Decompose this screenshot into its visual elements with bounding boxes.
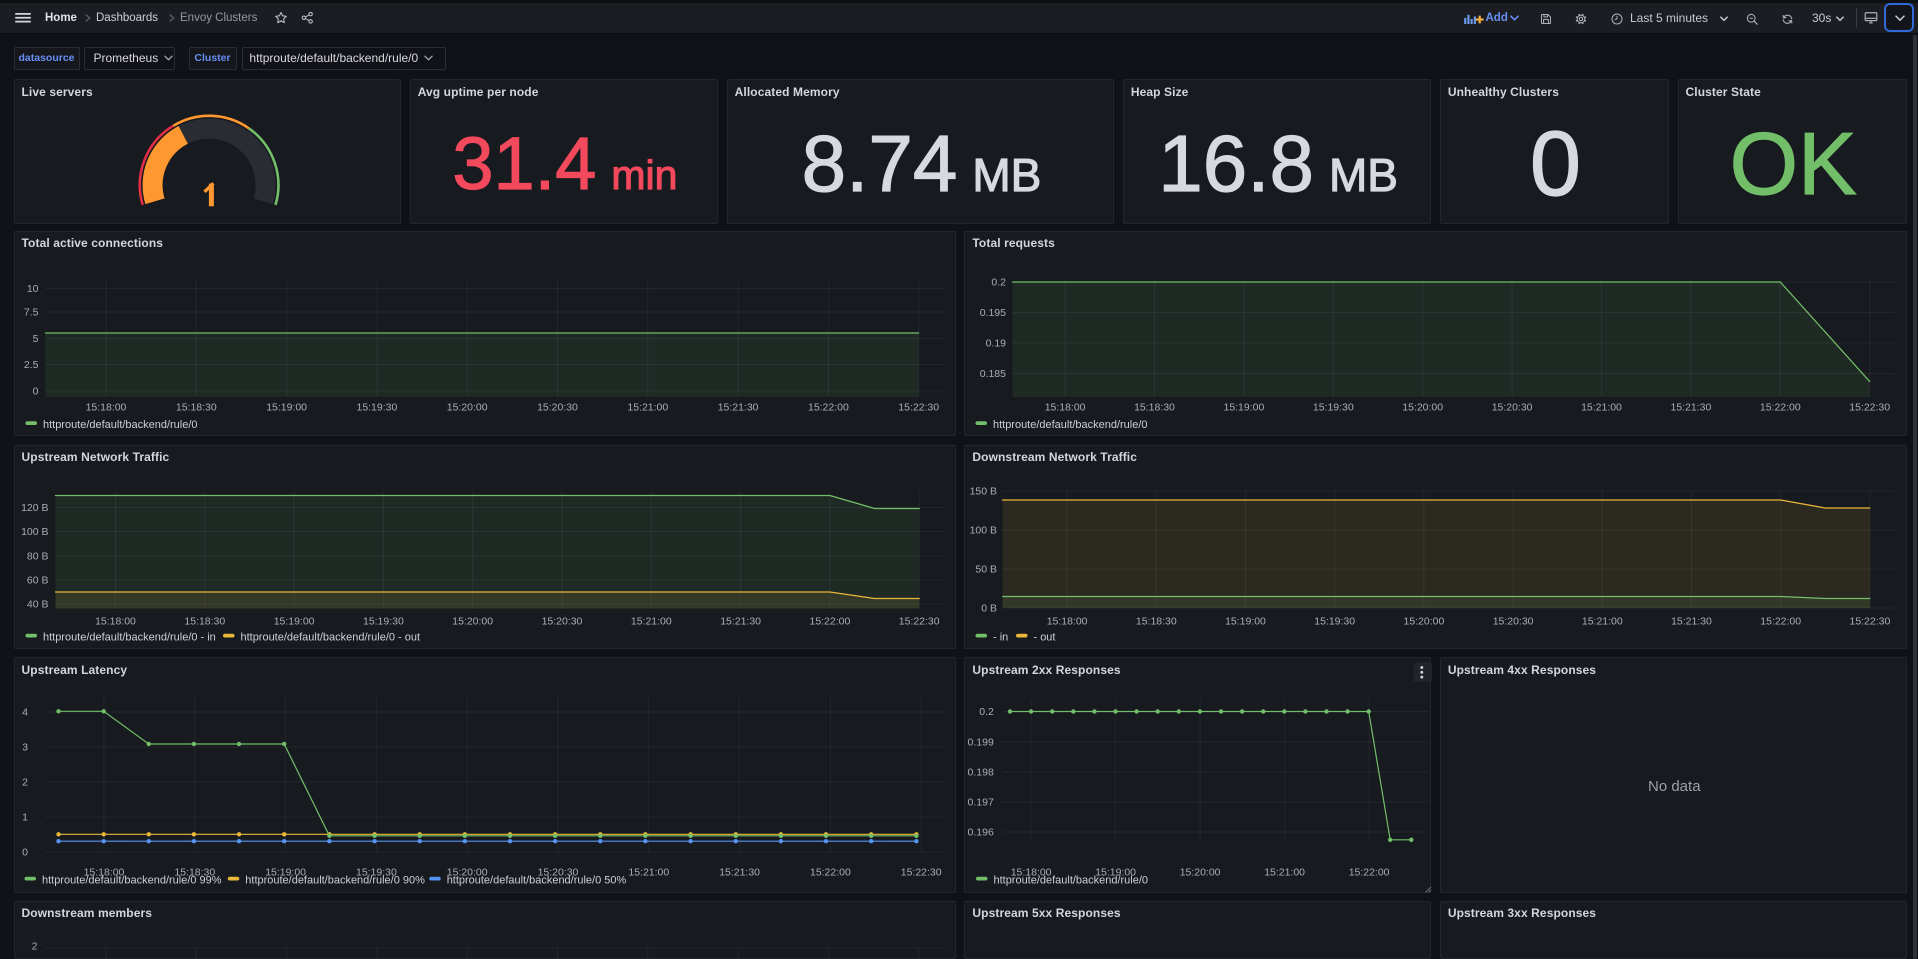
svg-text:15:22:00: 15:22:00 — [809, 867, 850, 878]
svg-text:15:20:30: 15:20:30 — [541, 616, 582, 627]
svg-text:1: 1 — [22, 813, 28, 824]
svg-text:2.5: 2.5 — [23, 360, 38, 371]
svg-text:2: 2 — [22, 778, 28, 789]
svg-text:15:18:30: 15:18:30 — [1136, 616, 1177, 627]
svg-text:15:19:00: 15:19:00 — [1224, 402, 1265, 413]
svg-text:15:19:30: 15:19:30 — [356, 402, 397, 413]
svg-text:0.198: 0.198 — [968, 768, 994, 779]
svg-text:httproute/default/backend/rule: httproute/default/backend/rule/0 — [994, 874, 1149, 886]
svg-text:100 B: 100 B — [21, 527, 48, 538]
svg-text:0.196: 0.196 — [968, 828, 994, 839]
svg-text:15:18:00: 15:18:00 — [1047, 616, 1088, 627]
svg-text:120 B: 120 B — [21, 503, 48, 514]
svg-text:3: 3 — [22, 743, 28, 754]
svg-text:15:18:30: 15:18:30 — [175, 402, 216, 413]
svg-text:15:21:00: 15:21:00 — [1582, 616, 1623, 627]
svg-text:httproute/default/backend/rule: httproute/default/backend/rule/0 99% — [41, 874, 221, 886]
svg-text:15:19:00: 15:19:00 — [266, 402, 307, 413]
svg-text:50 B: 50 B — [976, 564, 998, 575]
svg-text:15:21:30: 15:21:30 — [720, 616, 761, 627]
svg-text:15:19:00: 15:19:00 — [1225, 616, 1266, 627]
svg-text:15:22:30: 15:22:30 — [900, 867, 941, 878]
svg-text:15:22:00: 15:22:00 — [809, 616, 850, 627]
svg-text:15:21:00: 15:21:00 — [628, 867, 669, 878]
svg-text:15:20:00: 15:20:00 — [1403, 402, 1444, 413]
svg-text:httproute/default/backend/rule: httproute/default/backend/rule/0 - in — [42, 631, 215, 643]
svg-text:5: 5 — [32, 334, 38, 345]
svg-text:15:22:30: 15:22:30 — [1850, 616, 1891, 627]
svg-text:0.199: 0.199 — [968, 738, 994, 749]
svg-text:15:22:30: 15:22:30 — [1850, 402, 1891, 413]
svg-text:150 B: 150 B — [970, 486, 997, 497]
svg-text:15:19:30: 15:19:30 — [362, 616, 403, 627]
svg-text:0.19: 0.19 — [986, 338, 1007, 349]
svg-text:15:21:30: 15:21:30 — [1671, 402, 1712, 413]
svg-text:15:21:00: 15:21:00 — [627, 402, 668, 413]
svg-text:15:20:00: 15:20:00 — [452, 616, 493, 627]
svg-text:15:19:00: 15:19:00 — [273, 616, 314, 627]
svg-text:15:22:00: 15:22:00 — [807, 402, 848, 413]
svg-text:15:18:00: 15:18:00 — [85, 402, 126, 413]
svg-text:40 B: 40 B — [26, 599, 48, 610]
svg-text:0: 0 — [22, 848, 28, 859]
svg-text:15:20:30: 15:20:30 — [1492, 402, 1533, 413]
svg-text:80 B: 80 B — [26, 551, 48, 562]
svg-text:15:22:00: 15:22:00 — [1761, 616, 1802, 627]
svg-text:httproute/default/backend/rule: httproute/default/backend/rule/0 90% — [245, 874, 425, 886]
svg-text:10: 10 — [26, 284, 38, 295]
svg-text:15:22:30: 15:22:30 — [898, 402, 939, 413]
svg-text:15:22:00: 15:22:00 — [1349, 867, 1390, 878]
svg-text:15:21:00: 15:21:00 — [1265, 867, 1306, 878]
svg-text:15:21:30: 15:21:30 — [1671, 616, 1712, 627]
svg-text:httproute/default/backend/rule: httproute/default/backend/rule/0 50% — [446, 874, 626, 886]
svg-text:60 B: 60 B — [26, 575, 48, 586]
svg-text:15:18:30: 15:18:30 — [184, 616, 225, 627]
svg-text:httproute/default/backend/rule: httproute/default/backend/rule/0 — [42, 418, 197, 430]
svg-text:0: 0 — [32, 386, 38, 397]
svg-text:15:19:30: 15:19:30 — [1315, 616, 1356, 627]
svg-text:15:20:00: 15:20:00 — [1404, 616, 1445, 627]
svg-text:15:19:30: 15:19:30 — [1313, 402, 1354, 413]
svg-text:0.2: 0.2 — [992, 277, 1007, 288]
svg-text:15:21:30: 15:21:30 — [717, 402, 758, 413]
svg-text:100 B: 100 B — [970, 525, 997, 536]
svg-text:15:18:00: 15:18:00 — [95, 616, 136, 627]
svg-text:7.5: 7.5 — [23, 307, 38, 318]
svg-text:15:20:00: 15:20:00 — [446, 402, 487, 413]
svg-text:0 B: 0 B — [982, 603, 998, 614]
svg-text:0.185: 0.185 — [980, 369, 1006, 380]
svg-text:15:18:00: 15:18:00 — [1045, 402, 1086, 413]
svg-text:0.2: 0.2 — [980, 707, 995, 718]
svg-text:15:22:00: 15:22:00 — [1760, 402, 1801, 413]
svg-text:httproute/default/backend/rule: httproute/default/backend/rule/0 — [993, 418, 1148, 430]
svg-text:2: 2 — [31, 940, 37, 952]
svg-text:- in: - in — [993, 631, 1008, 643]
svg-text:4: 4 — [22, 708, 28, 719]
svg-text:0.195: 0.195 — [980, 308, 1006, 319]
svg-text:15:21:00: 15:21:00 — [1581, 402, 1622, 413]
svg-text:15:20:00: 15:20:00 — [1180, 867, 1221, 878]
svg-text:httproute/default/backend/rule: httproute/default/backend/rule/0 - out — [240, 631, 420, 643]
svg-text:15:21:30: 15:21:30 — [719, 867, 760, 878]
svg-text:15:22:30: 15:22:30 — [898, 616, 939, 627]
svg-text:15:18:30: 15:18:30 — [1134, 402, 1175, 413]
svg-text:15:20:30: 15:20:30 — [537, 402, 578, 413]
svg-text:15:20:30: 15:20:30 — [1493, 616, 1534, 627]
svg-text:0.197: 0.197 — [968, 798, 994, 809]
svg-text:- out: - out — [1034, 631, 1056, 643]
svg-text:15:21:00: 15:21:00 — [630, 616, 671, 627]
